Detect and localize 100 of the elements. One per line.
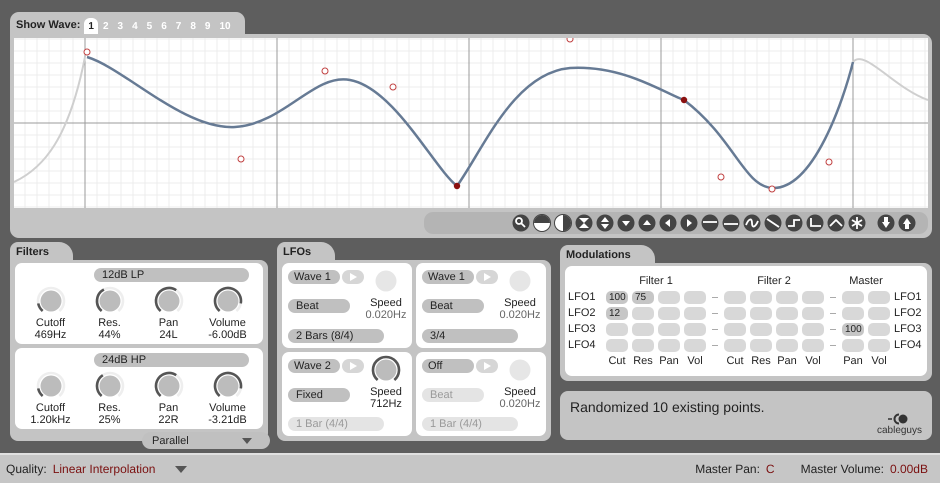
modulation-amount-field[interactable] — [658, 306, 680, 320]
modulation-amount-field[interactable] — [842, 338, 864, 352]
expand-vertical-icon[interactable] — [596, 214, 614, 232]
step-icon[interactable] — [806, 214, 824, 232]
row-label: LFO3 — [568, 323, 597, 335]
knob-value: 712Hz — [370, 398, 402, 410]
wave-tab[interactable]: 1 — [84, 18, 98, 34]
diagonal-icon[interactable] — [764, 214, 782, 232]
right-half-icon[interactable] — [554, 214, 572, 232]
modulation-amount-field[interactable] — [776, 322, 798, 336]
panel-title: LFOs — [277, 242, 336, 260]
routing-dropdown[interactable]: Parallel — [142, 432, 270, 449]
modulation-amount-field[interactable] — [684, 290, 706, 304]
filter-type-dropdown[interactable]: 24dB HP — [94, 353, 249, 367]
modulation-amount-field[interactable] — [868, 322, 890, 336]
modulation-amount-field[interactable] — [750, 322, 772, 336]
column-label: Res — [750, 355, 772, 367]
master-volume-label: Master Volume: — [800, 462, 884, 476]
modulation-amount-field[interactable] — [606, 322, 628, 336]
modulation-amount-field[interactable] — [868, 290, 890, 304]
modulation-amount-field[interactable] — [724, 322, 746, 336]
master-volume-value[interactable]: 0.00dB — [890, 462, 928, 476]
panel-title: Filters — [10, 242, 74, 260]
modulation-amount-field[interactable] — [684, 306, 706, 320]
modulation-amount-field[interactable] — [658, 322, 680, 336]
knob-value: -6.00dB — [208, 329, 247, 341]
modulation-amount-field[interactable] — [724, 290, 746, 304]
play-icon[interactable] — [476, 358, 498, 372]
asterisk-icon[interactable] — [848, 214, 866, 232]
wave-dropdown[interactable]: Wave 1 — [288, 270, 340, 284]
wave-dropdown[interactable]: Wave 1 — [422, 270, 474, 284]
master-pan-value[interactable]: C — [766, 462, 775, 476]
mode-dropdown[interactable]: Beat — [288, 299, 350, 314]
step-icon[interactable] — [785, 214, 803, 232]
modulation-amount-field[interactable]: 12 — [606, 306, 628, 320]
modulation-amount-field[interactable] — [776, 306, 798, 320]
modulation-amount-field[interactable] — [684, 322, 706, 336]
modulation-amount-field[interactable] — [606, 338, 628, 352]
modulation-amount-field[interactable] — [802, 290, 824, 304]
modulation-amount-field[interactable]: 100 — [606, 290, 628, 304]
dropdown-arrow-icon[interactable] — [175, 466, 188, 472]
modulation-amount-field[interactable]: 100 — [842, 322, 864, 336]
peak-icon[interactable] — [827, 214, 845, 232]
modulation-amount-field[interactable] — [750, 338, 772, 352]
modulation-amount-field[interactable] — [802, 306, 824, 320]
modulation-amount-field[interactable] — [802, 322, 824, 336]
modulation-amount-field[interactable] — [684, 338, 706, 352]
play-icon[interactable] — [342, 358, 364, 372]
search-icon[interactable] — [512, 214, 530, 232]
logo-text: cableguys — [876, 425, 922, 436]
wave-icon[interactable] — [743, 214, 761, 232]
modulation-amount-field[interactable] — [724, 338, 746, 352]
quality-dropdown[interactable]: Linear Interpolation — [52, 462, 156, 476]
modulation-amount-field[interactable] — [632, 338, 654, 352]
knob-label: Volume — [209, 317, 246, 329]
dropdown-arrow-icon — [242, 438, 252, 444]
quality-label: Quality: — [6, 462, 47, 476]
length-dropdown[interactable]: 2 Bars (8/4) — [288, 328, 384, 343]
modulation-amount-field[interactable] — [776, 338, 798, 352]
knob-value: 0.020Hz — [500, 398, 540, 410]
column-label: Vol — [870, 355, 888, 367]
modulation-amount-field[interactable] — [658, 290, 680, 304]
knob-value: 25% — [98, 414, 121, 426]
knob-label: Speed — [504, 386, 536, 398]
waveform-drawing[interactable] — [14, 38, 928, 208]
knob-value: 44% — [98, 329, 121, 341]
modulation-amount-field[interactable] — [842, 290, 864, 304]
filter-type-dropdown[interactable]: 12dB LP — [94, 268, 249, 282]
modulation-amount-field[interactable] — [724, 306, 746, 320]
knob-label: Res. — [98, 317, 121, 329]
arrow-up-icon[interactable] — [898, 214, 916, 232]
modulation-amount-field[interactable] — [750, 290, 772, 304]
play-icon[interactable] — [476, 270, 498, 284]
modulation-amount-field[interactable] — [842, 306, 864, 320]
mode-dropdown[interactable]: Beat — [422, 299, 484, 314]
row-label: LFO3 — [894, 323, 923, 335]
arrow-down-icon[interactable] — [877, 214, 895, 232]
column-label: Vol — [686, 355, 704, 367]
modulation-amount-field[interactable] — [776, 290, 798, 304]
wave-dropdown[interactable]: Wave 2 — [288, 358, 340, 372]
mode-dropdown[interactable]: Fixed — [288, 388, 350, 402]
modulation-amount-field[interactable] — [632, 306, 654, 320]
column-label: Pan — [658, 355, 680, 367]
panel-title: Modulations — [560, 245, 655, 263]
modulation-amount-field[interactable] — [658, 338, 680, 352]
knob-label: Speed — [370, 297, 402, 309]
top-half-icon[interactable] — [533, 214, 551, 232]
column-label: Pan — [776, 355, 798, 367]
modulation-amount-field[interactable] — [750, 306, 772, 320]
modulation-amount-field[interactable] — [632, 322, 654, 336]
wave-dropdown[interactable]: Off — [422, 358, 474, 372]
modulation-amount-field[interactable] — [868, 338, 890, 352]
column-label: Vol — [804, 355, 822, 367]
knob-label: Pan — [158, 317, 178, 329]
knob-label: Cutoff — [36, 317, 66, 329]
modulation-amount-field[interactable] — [868, 306, 890, 320]
modulation-amount-field[interactable] — [802, 338, 824, 352]
play-icon[interactable] — [342, 270, 364, 284]
modulation-amount-field[interactable]: 75 — [632, 290, 654, 304]
length-dropdown[interactable]: 3/4 — [422, 328, 518, 343]
